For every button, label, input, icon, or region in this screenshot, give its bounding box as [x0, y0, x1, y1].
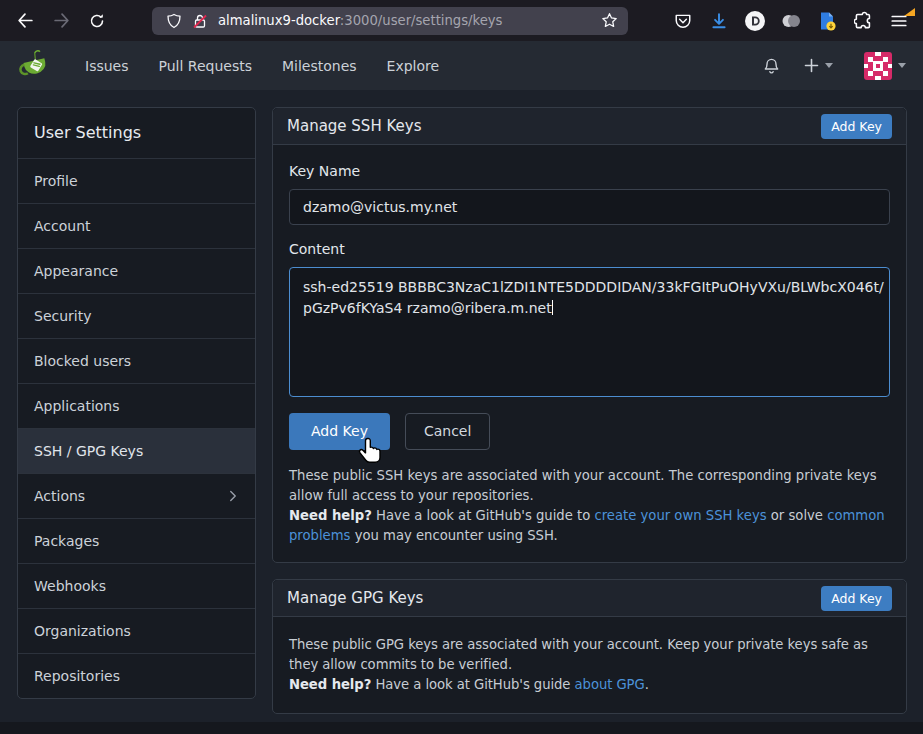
shield-icon[interactable] — [166, 13, 182, 29]
gpg-panel-header: Manage GPG Keys Add Key — [273, 580, 906, 617]
ssh-add-key-header-button[interactable]: Add Key — [821, 114, 892, 139]
sidebar-item-appearance[interactable]: Appearance — [18, 248, 255, 293]
gpg-help-text: These public GPG keys are associated wit… — [289, 635, 890, 695]
user-avatar[interactable] — [864, 52, 892, 80]
sidebar-item-profile[interactable]: Profile — [18, 158, 255, 203]
gitea-navbar: Issues Pull Requests Milestones Explore — [0, 41, 923, 90]
manage-ssh-keys-panel: Manage SSH Keys Add Key Key Name dzamo@v… — [272, 107, 907, 563]
sidebar-item-packages[interactable]: Packages — [18, 518, 255, 563]
manage-gpg-keys-panel: Manage GPG Keys Add Key These public GPG… — [272, 579, 907, 714]
cancel-button[interactable]: Cancel — [405, 413, 490, 450]
navbar-link-pull-requests[interactable]: Pull Requests — [159, 58, 252, 74]
gpg-add-key-header-button[interactable]: Add Key — [821, 586, 892, 611]
text-cursor — [552, 300, 553, 315]
forward-icon — [53, 12, 70, 29]
create-new-button[interactable] — [804, 58, 833, 73]
ssh-panel-title: Manage SSH Keys — [287, 117, 421, 135]
about-gpg-link[interactable]: about GPG — [575, 677, 645, 692]
sidebar-title: User Settings — [18, 108, 255, 158]
reload-icon — [89, 13, 105, 29]
extensions-puzzle-icon[interactable] — [845, 3, 881, 39]
key-name-label: Key Name — [289, 163, 890, 180]
mouse-cursor — [358, 436, 384, 466]
navbar-link-explore[interactable]: Explore — [387, 58, 440, 74]
ssh-panel-header: Manage SSH Keys Add Key — [273, 108, 906, 145]
sidebar-item-actions[interactable]: Actions — [18, 473, 255, 518]
navbar-links: Issues Pull Requests Milestones Explore — [85, 58, 469, 74]
notifications-bell-icon[interactable] — [763, 57, 780, 75]
bookmark-star-icon[interactable] — [601, 12, 618, 29]
chevron-right-icon — [227, 490, 239, 502]
ssh-help-text: These public SSH keys are associated wit… — [289, 466, 890, 546]
avatar-chevron-down-icon[interactable] — [898, 63, 906, 68]
sidebar-item-repositories[interactable]: Repositories — [18, 653, 255, 698]
content-textarea[interactable]: ssh-ed25519 BBBBC3NzaC1lZDI1NTE5DDDDIDAN… — [289, 267, 890, 397]
menu-hamburger-icon[interactable] — [881, 3, 917, 39]
url-bar[interactable]: almalinux9-docker:3000/user/settings/key… — [152, 7, 628, 35]
url-text[interactable]: almalinux9-docker:3000/user/settings/key… — [218, 13, 503, 28]
key-name-input[interactable]: dzamo@victus.my.net — [289, 189, 890, 225]
content-label: Content — [289, 241, 890, 258]
sidebar-item-account[interactable]: Account — [18, 203, 255, 248]
ssh-guide-link[interactable]: create your own SSH keys — [594, 508, 766, 523]
navbar-link-milestones[interactable]: Milestones — [282, 58, 357, 74]
plus-icon — [804, 58, 819, 73]
back-icon — [17, 12, 34, 29]
downloads-icon[interactable] — [701, 3, 737, 39]
sidebar-item-webhooks[interactable]: Webhooks — [18, 563, 255, 608]
sidebar-item-applications[interactable]: Applications — [18, 383, 255, 428]
browser-forward-button[interactable] — [47, 7, 75, 35]
sidebar-item-organizations[interactable]: Organizations — [18, 608, 255, 653]
gpg-panel-title: Manage GPG Keys — [287, 589, 423, 607]
sidebar-item-security[interactable]: Security — [18, 293, 255, 338]
extension-d-icon[interactable] — [737, 3, 773, 39]
extension-gray-icon[interactable] — [773, 3, 809, 39]
pocket-icon[interactable] — [665, 3, 701, 39]
gitea-logo[interactable] — [17, 48, 52, 83]
browser-reload-button[interactable] — [83, 7, 111, 35]
footer-strip — [0, 722, 923, 734]
insecure-lock-icon[interactable] — [192, 13, 208, 29]
browser-toolbar: almalinux9-docker:3000/user/settings/key… — [0, 0, 923, 41]
chevron-down-icon — [825, 63, 833, 68]
sidebar-item-ssh-gpg-keys[interactable]: SSH / GPG Keys — [18, 428, 255, 473]
browser-back-button[interactable] — [11, 7, 39, 35]
sidebar-item-blocked-users[interactable]: Blocked users — [18, 338, 255, 383]
navbar-link-issues[interactable]: Issues — [85, 58, 129, 74]
settings-sidebar: User Settings Profile Account Appearance… — [17, 107, 256, 699]
extension-translate-icon[interactable] — [809, 3, 845, 39]
